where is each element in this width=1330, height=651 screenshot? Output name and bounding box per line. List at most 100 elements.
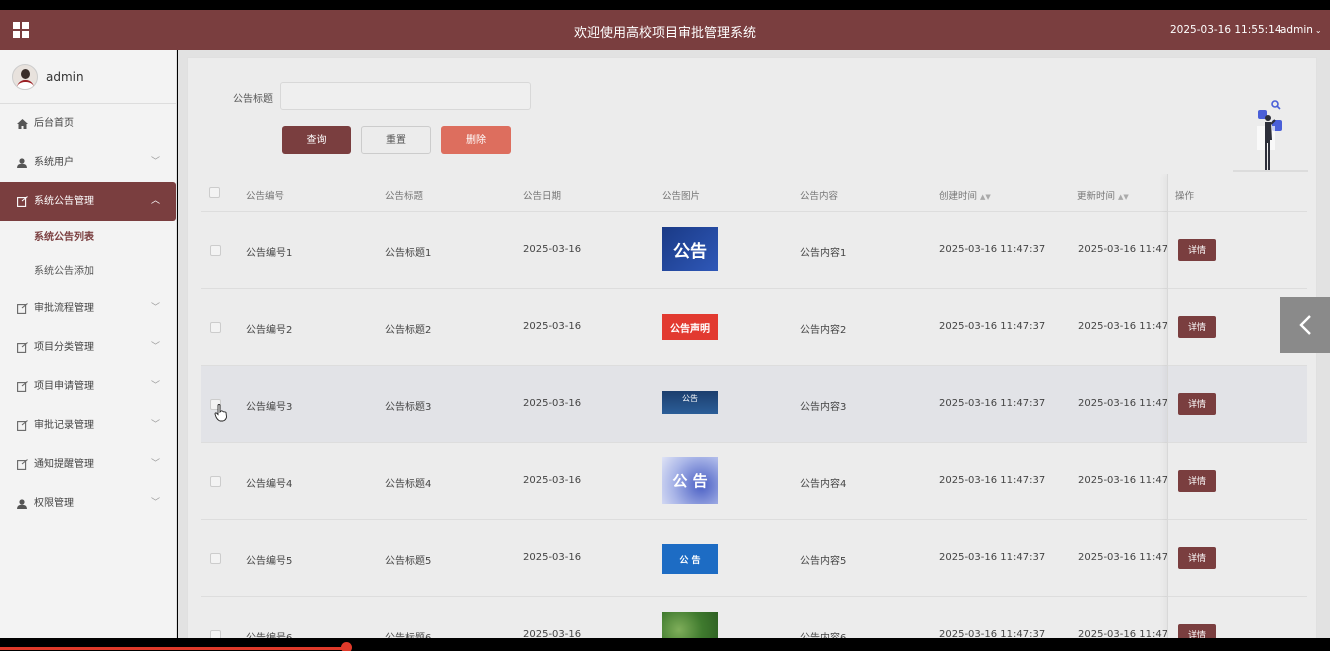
sidebar-item-notifications[interactable]: 通知提醒管理 ﹀ (0, 445, 176, 484)
query-button[interactable]: 查询 (282, 126, 351, 154)
reset-button[interactable]: 重置 (361, 126, 431, 154)
chevron-down-icon: ﹀ (150, 157, 160, 167)
notice-table: 公告编号 公告标题 公告日期 公告图片 公告内容 创建时间 ▲▼ 更新时间 ▲▼ 操… (201, 174, 1307, 648)
cell-id: 公告编号3 (246, 402, 293, 413)
sidebar-item-home[interactable]: 后台首页 (0, 104, 176, 143)
notice-image: 公告声明 (662, 314, 718, 340)
sort-icon[interactable]: ▲▼ (1118, 193, 1129, 201)
detail-button[interactable]: 详情 (1178, 239, 1216, 261)
delete-button[interactable]: 删除 (441, 126, 511, 154)
sidebar-item-label: 项目分类管理 (34, 342, 94, 353)
top-bar: 欢迎使用高校项目审批管理系统 2025-03-16 11:55:14 admin… (0, 10, 1330, 50)
content-panel: 公告标题 查询 重置 删除 公告编号 公告标题 公告日期 公告图片 公告内容 创… (187, 57, 1317, 648)
chevron-left-icon (1299, 315, 1311, 335)
column-header-updated[interactable]: 更新时间 ▲▼ (1077, 188, 1129, 202)
avatar (12, 64, 38, 90)
hand-cursor-icon (214, 404, 228, 425)
sidebar-item-label: 后台首页 (34, 118, 74, 129)
user-menu[interactable]: admin ⌄ (1280, 24, 1322, 36)
column-header-actions: 操作 (1175, 191, 1195, 202)
sidebar-item-label: 权限管理 (34, 498, 74, 509)
sidebar-item-project-category[interactable]: 项目分类管理 ﹀ (0, 328, 176, 367)
cell-date: 2025-03-16 (523, 244, 582, 255)
row-checkbox[interactable] (210, 476, 221, 487)
video-progress-bar[interactable] (0, 647, 346, 650)
column-header-content: 公告内容 (800, 191, 839, 202)
notice-image: 公 告 (662, 544, 718, 574)
notice-icon (17, 328, 28, 367)
chevron-down-icon: ﹀ (150, 303, 160, 313)
notice-icon (17, 289, 28, 328)
column-header-id: 公告编号 (246, 191, 285, 202)
sidebar-item-permissions[interactable]: 权限管理 ﹀ (0, 484, 176, 523)
sidebar-item-notice-management[interactable]: 系统公告管理 ︿ (0, 182, 176, 221)
table-row: 公告编号4 公告标题4 2025-03-16 公 告 公告内容4 2025-03… (201, 443, 1307, 520)
notice-image: 公 告 (662, 457, 718, 504)
cell-updated: 2025-03-16 11:47:37 (1078, 552, 1168, 563)
cell-created: 2025-03-16 11:47:37 (939, 552, 1046, 563)
user-menu-label: admin (1280, 24, 1313, 36)
notice-image: 公告 (662, 391, 718, 414)
cell-id: 公告编号5 (246, 556, 293, 567)
notice-icon (17, 406, 28, 445)
cell-date: 2025-03-16 (523, 321, 582, 332)
sidebar-item-label: 项目申请管理 (34, 381, 94, 392)
sidebar-item-project-application[interactable]: 项目申请管理 ﹀ (0, 367, 176, 406)
sidebar-username: admin (46, 70, 84, 84)
sidebar-subitem-notice-add[interactable]: 系统公告添加 (0, 255, 176, 289)
sidebar-subitem-notice-list[interactable]: 系统公告列表 (0, 221, 176, 255)
sidebar-item-label: 审批记录管理 (34, 420, 94, 431)
select-all-checkbox[interactable] (209, 187, 220, 198)
collapse-panel-button[interactable] (1280, 297, 1330, 353)
cell-created: 2025-03-16 11:47:37 (939, 244, 1046, 255)
detail-button[interactable]: 详情 (1178, 547, 1216, 569)
cell-id: 公告编号2 (246, 325, 293, 336)
notice-icon (17, 367, 28, 406)
column-header-created-label: 创建时间 (939, 191, 978, 202)
cell-id: 公告编号1 (246, 248, 293, 259)
cell-title: 公告标题5 (385, 556, 432, 567)
chevron-up-icon: ︿ (150, 196, 160, 206)
search-illustration-icon (1233, 98, 1308, 173)
table-row: 公告编号2 公告标题2 2025-03-16 公告声明 公告内容2 2025-0… (201, 289, 1307, 366)
notice-title-search-input[interactable] (280, 82, 531, 110)
sidebar: admin 后台首页 系统用户 ﹀ 系统公告管理 ︿ 系统公告列表 系统公告添加… (0, 50, 177, 638)
table-row: 公告编号5 公告标题5 2025-03-16 公 告 公告内容5 2025-03… (201, 520, 1307, 597)
chevron-down-icon: ﹀ (150, 498, 160, 508)
cell-title: 公告标题3 (385, 402, 432, 413)
cell-date: 2025-03-16 (523, 552, 582, 563)
notice-image-text: 公 告 (672, 472, 708, 490)
notice-image-text: 公告声明 (670, 323, 710, 335)
sidebar-item-approval-flow[interactable]: 审批流程管理 ﹀ (0, 289, 176, 328)
sort-icon[interactable]: ▲▼ (980, 193, 991, 201)
notice-icon (17, 182, 28, 221)
notice-image-text: 公 告 (679, 555, 701, 566)
cell-created: 2025-03-16 11:47:37 (939, 475, 1046, 486)
cell-updated: 2025-03-16 11:47:37 (1078, 321, 1168, 332)
detail-button[interactable]: 详情 (1178, 316, 1216, 338)
cell-updated: 2025-03-16 11:47:37 (1078, 398, 1168, 409)
chevron-down-icon: ﹀ (150, 342, 160, 352)
sidebar-item-label: 系统公告管理 (34, 196, 94, 207)
row-checkbox[interactable] (210, 322, 221, 333)
cell-content: 公告内容1 (800, 248, 847, 259)
sidebar-profile: admin (0, 50, 176, 104)
sidebar-item-label: 审批流程管理 (34, 303, 94, 314)
detail-button[interactable]: 详情 (1178, 393, 1216, 415)
cell-content: 公告内容2 (800, 325, 847, 336)
column-header-created[interactable]: 创建时间 ▲▼ (939, 188, 991, 202)
cell-created: 2025-03-16 11:47:37 (939, 398, 1046, 409)
cell-title: 公告标题2 (385, 325, 432, 336)
sidebar-item-approval-records[interactable]: 审批记录管理 ﹀ (0, 406, 176, 445)
notice-image-text: 公告 (682, 394, 698, 403)
row-checkbox[interactable] (210, 553, 221, 564)
video-progress-handle[interactable] (340, 642, 352, 651)
notice-icon (17, 445, 28, 484)
column-header-image: 公告图片 (662, 191, 701, 202)
sidebar-item-users[interactable]: 系统用户 ﹀ (0, 143, 176, 182)
cell-content: 公告内容3 (800, 402, 847, 413)
cell-updated: 2025-03-16 11:47:37 (1078, 475, 1168, 486)
cell-date: 2025-03-16 (523, 398, 582, 409)
detail-button[interactable]: 详情 (1178, 470, 1216, 492)
row-checkbox[interactable] (210, 245, 221, 256)
